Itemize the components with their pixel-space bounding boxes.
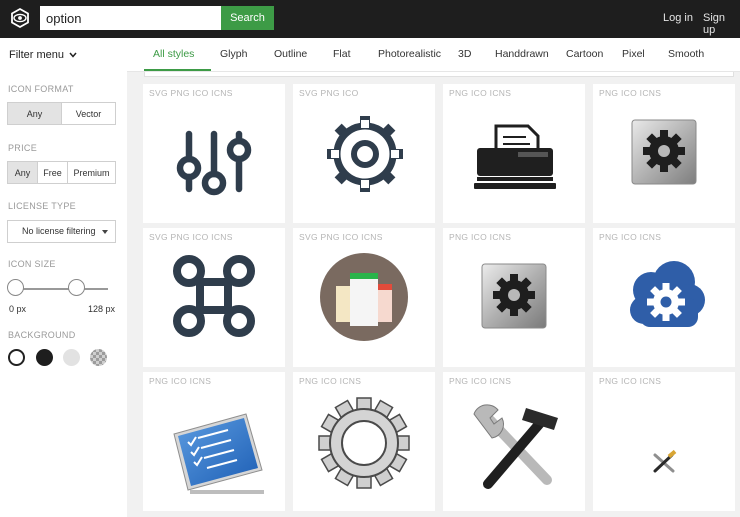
icon-size-max-value: 128 px [88,304,116,314]
format-list: SVG PNG ICO ICNS [299,232,383,242]
search-button[interactable]: Search [221,6,274,30]
license-type-label: LICENSE TYPE [8,201,76,211]
format-list: PNG ICO ICNS [599,88,662,98]
format-list: PNG ICO ICNS [299,376,362,386]
tab-pixel[interactable]: Pixel [622,48,645,60]
result-card[interactable]: PNG ICO ICNS [443,84,585,223]
icon-size-min-handle[interactable] [7,279,24,296]
filter-sidebar: Filter menu ICON FORMAT Any Vector PRICE… [0,38,127,517]
printer-fax-icon [474,124,556,189]
settings-sliders-icon [176,130,252,196]
eye-logo-icon[interactable] [9,7,31,29]
price-free-option[interactable]: Free [38,162,68,183]
signup-link[interactable]: Sign up [703,12,740,36]
active-tab-indicator [144,69,211,71]
format-list: PNG ICO ICNS [449,376,512,386]
bg-black-swatch[interactable] [36,349,53,366]
tab-handdrawn[interactable]: Handdrawn [495,48,549,60]
wrench-hammer-icon [473,404,558,489]
tab-glyph[interactable]: Glyph [220,48,247,60]
tab-3d[interactable]: 3D [458,48,471,60]
result-card[interactable]: PNG ICO ICNS [443,228,585,367]
tab-cartoon[interactable]: Cartoon [566,48,603,60]
price-selector: Any Free Premium [7,161,116,184]
result-card[interactable]: PNG ICO ICNS [143,372,285,511]
license-type-dropdown[interactable]: No license filtering [7,220,116,243]
top-bar: Search Log in Sign up [0,0,740,38]
search-input[interactable] [40,6,221,30]
tab-smooth[interactable]: Smooth [668,48,704,60]
price-premium-option[interactable]: Premium [68,162,115,183]
format-list: PNG ICO ICNS [599,376,662,386]
price-label: PRICE [8,143,38,153]
style-tabs: All styles Glyph Outline Flat Photoreali… [127,38,740,72]
result-card[interactable]: PNG ICO ICNS [593,228,735,367]
bg-white-swatch[interactable] [8,349,25,366]
tab-photorealistic[interactable]: Photorealistic [378,48,441,60]
metal-gear-button-icon [481,263,547,329]
format-list: SVG PNG ICO ICNS [149,232,233,242]
result-card[interactable]: SVG PNG ICO [293,84,435,223]
background-label: BACKGROUND [8,330,76,340]
icon-size-slider-track[interactable] [15,288,108,290]
icon-size-max-handle[interactable] [68,279,85,296]
chevron-down-icon [69,52,77,58]
bg-lightgray-swatch[interactable] [63,349,80,366]
bg-checkerboard-swatch[interactable] [90,349,107,366]
format-list: SVG PNG ICO ICNS [149,88,233,98]
result-card[interactable]: PNG ICO ICNS [293,372,435,511]
gear-outline-icon [327,116,403,192]
command-key-icon [173,255,255,337]
tab-flat[interactable]: Flat [333,48,351,60]
license-type-value: No license filtering [22,226,96,236]
result-card[interactable]: PNG ICO ICNS [593,372,735,511]
result-card[interactable]: PNG ICO ICNS [593,84,735,223]
format-vector-option[interactable]: Vector [62,103,115,124]
tab-outline[interactable]: Outline [274,48,307,60]
format-list: SVG PNG ICO [299,88,359,98]
format-list: PNG ICO ICNS [599,232,662,242]
format-list: PNG ICO ICNS [449,88,512,98]
checklist-monitor-icon [173,413,264,494]
caret-down-icon [102,230,108,234]
result-card[interactable]: SVG PNG ICO ICNS [293,228,435,367]
cloud-gear-icon [630,261,705,327]
tab-all-styles[interactable]: All styles [153,48,194,60]
filter-menu-toggle[interactable]: Filter menu [9,49,77,61]
format-list: PNG ICO ICNS [449,232,512,242]
result-card[interactable]: SVG PNG ICO ICNS [143,228,285,367]
format-any-option[interactable]: Any [8,103,62,124]
icon-size-label: ICON SIZE [8,259,56,269]
icon-format-selector: Any Vector [7,102,116,125]
sketch-gear-icon [318,397,410,489]
icon-size-min-value: 0 px [9,304,27,314]
results-top-edge [144,72,734,77]
filter-menu-label: Filter menu [9,49,65,61]
metal-gear-button-icon [631,119,697,185]
flat-documents-icon [320,253,408,341]
result-card[interactable]: PNG ICO ICNS [443,372,585,511]
format-list: PNG ICO ICNS [149,376,212,386]
small-tools-icon [653,449,677,473]
login-link[interactable]: Log in [663,12,693,24]
result-card[interactable]: SVG PNG ICO ICNS [143,84,285,223]
icon-format-label: ICON FORMAT [8,84,74,94]
price-any-option[interactable]: Any [8,162,38,183]
